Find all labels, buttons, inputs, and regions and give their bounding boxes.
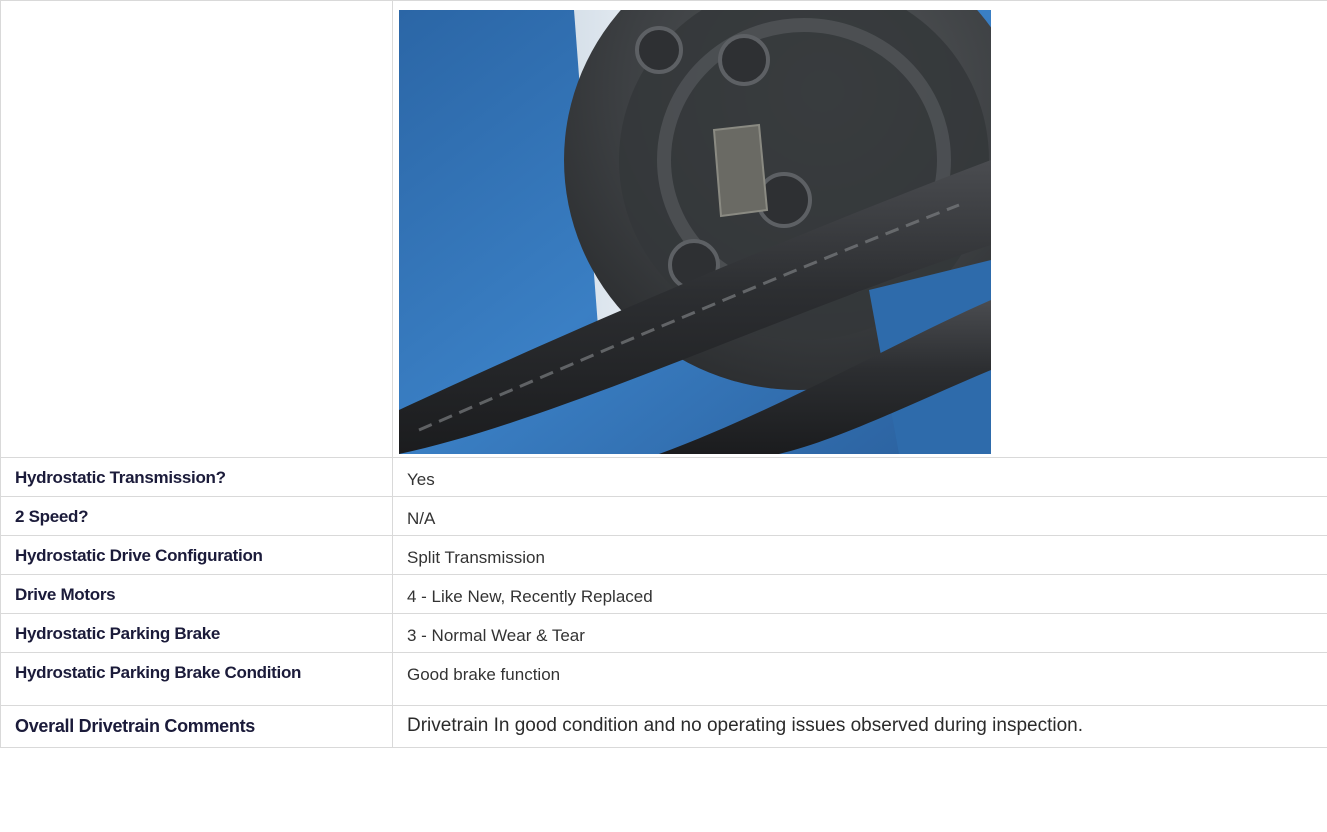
field-value: 3 - Normal Wear & Tear [392, 613, 1327, 653]
table-row: Overall Drivetrain Comments Drivetrain I… [0, 705, 1327, 748]
drive-motor-photo[interactable] [399, 10, 991, 454]
field-label: Hydrostatic Parking Brake Condition [0, 652, 393, 706]
photo-label-cell [0, 0, 393, 458]
field-label: Drive Motors [0, 574, 393, 614]
table-row: Hydrostatic Drive Configuration Split Tr… [0, 535, 1327, 575]
drive-motor-image [399, 10, 991, 454]
photo-row [0, 0, 1327, 458]
field-value: Good brake function [392, 652, 1327, 706]
field-value: Yes [392, 457, 1327, 497]
field-label: 2 Speed? [0, 496, 393, 536]
field-label: Overall Drivetrain Comments [0, 705, 393, 748]
field-value: N/A [392, 496, 1327, 536]
photo-cell [392, 0, 1327, 458]
table-row: Hydrostatic Parking Brake 3 - Normal Wea… [0, 613, 1327, 653]
field-value: Drivetrain In good condition and no oper… [392, 705, 1327, 748]
table-row: Drive Motors 4 - Like New, Recently Repl… [0, 574, 1327, 614]
field-label: Hydrostatic Drive Configuration [0, 535, 393, 575]
field-value: 4 - Like New, Recently Replaced [392, 574, 1327, 614]
field-label: Hydrostatic Transmission? [0, 457, 393, 497]
table-row: Hydrostatic Parking Brake Condition Good… [0, 652, 1327, 706]
field-value: Split Transmission [392, 535, 1327, 575]
field-label: Hydrostatic Parking Brake [0, 613, 393, 653]
table-row: Hydrostatic Transmission? Yes [0, 457, 1327, 497]
table-row: 2 Speed? N/A [0, 496, 1327, 536]
drivetrain-inspection-table: Hydrostatic Transmission? Yes 2 Speed? N… [0, 0, 1327, 748]
